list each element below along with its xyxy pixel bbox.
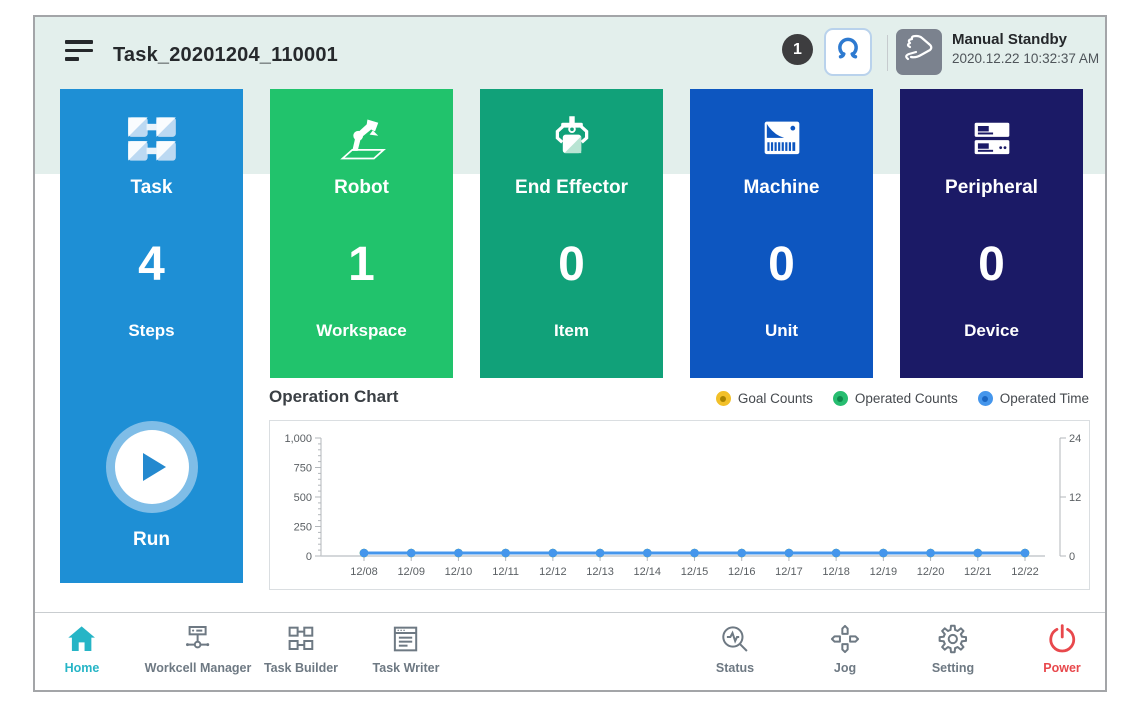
svg-text:0: 0 xyxy=(306,551,312,563)
legend-goal-counts[interactable]: Goal Counts xyxy=(716,391,813,406)
nav-task-builder[interactable]: Task Builder xyxy=(264,623,338,675)
robot-icon xyxy=(270,107,453,171)
svg-text:12/18: 12/18 xyxy=(822,566,850,578)
nav-power[interactable]: Power xyxy=(1043,623,1081,675)
jog-icon xyxy=(828,623,862,655)
task-title: Task_20201204_110001 xyxy=(113,44,338,67)
card-title: Peripheral xyxy=(900,177,1083,199)
operation-chart: 1,000 750 500 250 0 24 12 0 12/08 12/09 12/10 12/11… xyxy=(269,420,1090,590)
chart-legend: Goal Counts Operated Counts Operated Tim… xyxy=(716,391,1089,406)
play-icon xyxy=(143,453,166,481)
menu-icon[interactable] xyxy=(65,40,93,64)
svg-text:12/19: 12/19 xyxy=(870,566,898,578)
card-unit: Steps xyxy=(60,321,243,341)
card-peripheral[interactable]: Peripheral 0 Device xyxy=(900,89,1083,378)
card-unit: Unit xyxy=(690,321,873,341)
task-builder-icon xyxy=(284,623,318,655)
machine-icon xyxy=(690,107,873,171)
card-task[interactable]: Task 4 Steps Run xyxy=(60,89,243,583)
legend-operated-time[interactable]: Operated Time xyxy=(978,391,1089,406)
svg-text:12: 12 xyxy=(1069,492,1081,504)
svg-text:12/13: 12/13 xyxy=(586,566,614,578)
task-icon xyxy=(60,107,243,171)
card-value: 0 xyxy=(900,237,1083,292)
nav-workcell-manager[interactable]: Workcell Manager xyxy=(145,623,252,675)
card-unit: Device xyxy=(900,321,1083,341)
svg-text:12/22: 12/22 xyxy=(1011,566,1039,578)
manual-mode-button[interactable] xyxy=(896,29,942,75)
svg-text:12/08: 12/08 xyxy=(350,566,378,578)
peripheral-icon xyxy=(900,107,1083,171)
card-title: Robot xyxy=(270,177,453,199)
card-title: End Effector xyxy=(480,177,663,199)
chart-title: Operation Chart xyxy=(269,387,398,407)
nav-setting[interactable]: Setting xyxy=(932,623,974,675)
card-end-effector[interactable]: End Effector 0 Item xyxy=(480,89,663,378)
svg-text:12/10: 12/10 xyxy=(445,566,473,578)
mode-status: Manual Standby xyxy=(952,31,1099,48)
operated-time-dot-icon xyxy=(978,391,993,406)
gripper-button[interactable] xyxy=(824,28,872,76)
nav-jog[interactable]: Jog xyxy=(828,623,862,675)
workcell-manager-icon xyxy=(181,623,215,655)
card-value: 0 xyxy=(690,237,873,292)
card-unit: Workspace xyxy=(270,321,453,341)
notification-badge: 1 xyxy=(782,34,813,65)
nav-home[interactable]: Home xyxy=(65,623,100,675)
status-icon xyxy=(718,623,752,655)
card-value: 0 xyxy=(480,237,663,292)
card-machine[interactable]: Machine 0 Unit xyxy=(690,89,873,378)
mode-timestamp: 2020.12.22 10:32:37 AM xyxy=(952,51,1099,66)
card-title: Task xyxy=(60,177,243,199)
hand-icon xyxy=(902,33,936,72)
legend-operated-counts[interactable]: Operated Counts xyxy=(833,391,958,406)
operated-counts-dot-icon xyxy=(833,391,848,406)
setting-icon xyxy=(936,623,970,655)
svg-text:12/14: 12/14 xyxy=(634,566,662,578)
svg-text:12/17: 12/17 xyxy=(775,566,803,578)
svg-text:0: 0 xyxy=(1069,551,1075,563)
nav-task-writer[interactable]: Task Writer xyxy=(373,623,440,675)
svg-text:250: 250 xyxy=(294,522,312,534)
run-label: Run xyxy=(133,529,170,551)
card-value: 4 xyxy=(60,237,243,292)
svg-text:12/11: 12/11 xyxy=(492,566,519,578)
card-robot[interactable]: Robot 1 Workspace xyxy=(270,89,453,378)
goal-counts-dot-icon xyxy=(716,391,731,406)
svg-text:750: 750 xyxy=(294,463,312,475)
run-button[interactable]: Run xyxy=(60,421,243,551)
topbar-divider xyxy=(887,35,888,71)
svg-text:12/09: 12/09 xyxy=(397,566,425,578)
svg-text:12/16: 12/16 xyxy=(728,566,756,578)
card-value: 1 xyxy=(270,237,453,292)
svg-text:12/12: 12/12 xyxy=(539,566,567,578)
card-title: Machine xyxy=(690,177,873,199)
app-window: Task_20201204_110001 1 Manual Standby 20… xyxy=(33,15,1107,692)
svg-text:12/15: 12/15 xyxy=(681,566,709,578)
home-icon xyxy=(65,623,99,655)
nav-divider xyxy=(35,612,1105,613)
card-unit: Item xyxy=(480,321,663,341)
svg-text:12/21: 12/21 xyxy=(964,566,992,578)
end-effector-icon xyxy=(480,107,663,171)
nav-status[interactable]: Status xyxy=(716,623,754,675)
power-icon xyxy=(1045,623,1079,655)
svg-text:500: 500 xyxy=(294,492,312,504)
svg-text:1,000: 1,000 xyxy=(284,433,312,445)
svg-text:24: 24 xyxy=(1069,433,1081,445)
gripper-icon xyxy=(831,33,865,72)
svg-text:12/20: 12/20 xyxy=(917,566,945,578)
task-writer-icon xyxy=(389,623,423,655)
